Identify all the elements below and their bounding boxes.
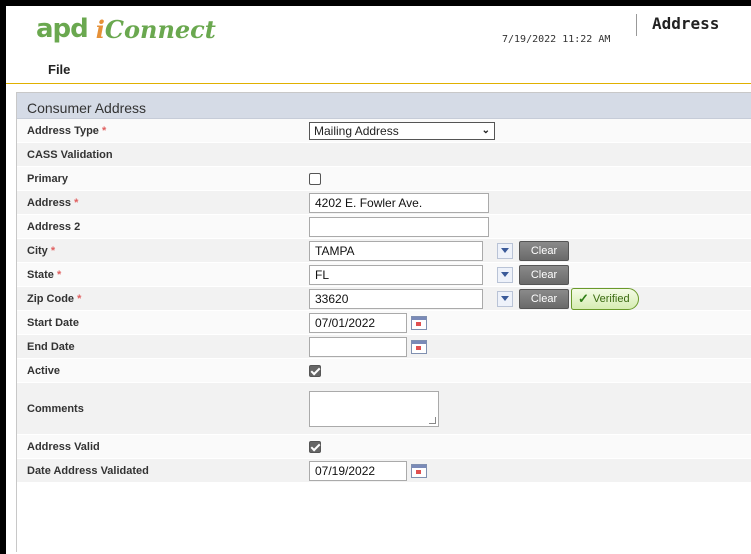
row-comments: Comments xyxy=(17,383,751,435)
row-address-valid: Address Valid xyxy=(17,435,751,459)
verified-badge: ✓ Verified xyxy=(571,287,639,310)
zip-input[interactable]: 33620 xyxy=(309,288,483,309)
active-label: Active xyxy=(27,364,61,377)
checkmark-icon: ✓ xyxy=(578,290,589,306)
cass-validation-label: CASS Validation xyxy=(27,148,113,161)
end-date-label: End Date xyxy=(27,340,75,353)
menu-bar: File xyxy=(6,54,751,84)
state-clear-button[interactable]: Clear xyxy=(519,264,569,285)
chevron-down-icon: ⌄ xyxy=(481,125,490,136)
end-date-input[interactable] xyxy=(309,336,407,357)
city-label: City xyxy=(27,244,48,257)
row-address: Address * 4202 E. Fowler Ave. xyxy=(17,191,751,215)
address2-input[interactable] xyxy=(309,216,489,237)
required-marker: * xyxy=(50,244,56,257)
zip-label: Zip Code xyxy=(27,292,75,305)
start-date-label: Start Date xyxy=(27,316,79,329)
calendar-icon[interactable] xyxy=(411,339,427,354)
row-state: State * FL Clear xyxy=(17,263,751,287)
required-marker: * xyxy=(77,292,82,305)
row-active: Active xyxy=(17,359,751,383)
section-header: Consumer Address xyxy=(17,93,751,119)
app-header: apd iConnect 7/19/2022 11:22 AM Address xyxy=(6,6,751,54)
zip-dropdown-icon[interactable] xyxy=(497,290,513,307)
state-label: State xyxy=(27,268,54,281)
comments-textarea[interactable] xyxy=(309,390,439,427)
active-checkbox[interactable] xyxy=(309,364,321,377)
state-dropdown-icon[interactable] xyxy=(497,266,513,283)
address-type-value: Mailing Address xyxy=(314,123,399,138)
consumer-address-form: Consumer Address Address Type * Mailing … xyxy=(16,92,751,552)
apd-iconnect-logo: apd iConnect xyxy=(36,14,216,44)
title-divider xyxy=(636,14,637,36)
comments-label: Comments xyxy=(27,402,84,415)
timestamp: 7/19/2022 11:22 AM xyxy=(502,34,611,45)
app-window: apd iConnect 7/19/2022 11:22 AM Address … xyxy=(6,6,751,554)
address-type-label: Address Type xyxy=(27,124,99,137)
zip-clear-button[interactable]: Clear xyxy=(519,288,569,309)
city-clear-button[interactable]: Clear xyxy=(519,240,569,261)
city-input[interactable]: TAMPA xyxy=(309,240,483,261)
city-dropdown-icon[interactable] xyxy=(497,242,513,259)
row-cass-validation: CASS Validation xyxy=(17,143,751,167)
calendar-icon[interactable] xyxy=(411,463,427,478)
required-marker: * xyxy=(74,196,79,209)
address-valid-label: Address Valid xyxy=(27,440,100,453)
page-title: Address xyxy=(652,14,720,33)
row-primary: Primary xyxy=(17,167,751,191)
row-city: City * TAMPA Clear xyxy=(17,239,751,263)
start-date-input[interactable]: 07/01/2022 xyxy=(309,312,407,333)
form-rows: Address Type * Mailing Address ⌄ CASS Va… xyxy=(17,119,751,483)
row-date-validated: Date Address Validated 07/19/2022 xyxy=(17,459,751,483)
date-validated-label: Date Address Validated xyxy=(27,464,149,477)
row-address-type: Address Type * Mailing Address ⌄ xyxy=(17,119,751,143)
logo-apd-text: apd xyxy=(36,14,89,44)
required-marker: * xyxy=(102,124,107,137)
menu-file[interactable]: File xyxy=(48,62,70,77)
required-marker: * xyxy=(56,268,62,281)
logo-iconnect-text: iConnect xyxy=(95,14,216,44)
row-address2: Address 2 xyxy=(17,215,751,239)
address-label: Address xyxy=(27,196,72,209)
verified-label: Verified xyxy=(592,292,630,305)
row-zip: Zip Code * 33620 Clear ✓ Verified xyxy=(17,287,751,311)
state-input[interactable]: FL xyxy=(309,264,483,285)
row-end-date: End Date xyxy=(17,335,751,359)
address-valid-checkbox[interactable] xyxy=(309,440,321,453)
calendar-icon[interactable] xyxy=(411,315,427,330)
address-input[interactable]: 4202 E. Fowler Ave. xyxy=(309,192,489,213)
address-type-select[interactable]: Mailing Address ⌄ xyxy=(309,121,495,140)
address2-label: Address 2 xyxy=(27,220,81,233)
primary-checkbox[interactable] xyxy=(309,172,321,185)
primary-label: Primary xyxy=(27,172,68,185)
date-validated-input[interactable]: 07/19/2022 xyxy=(309,460,407,481)
row-start-date: Start Date 07/01/2022 xyxy=(17,311,751,335)
